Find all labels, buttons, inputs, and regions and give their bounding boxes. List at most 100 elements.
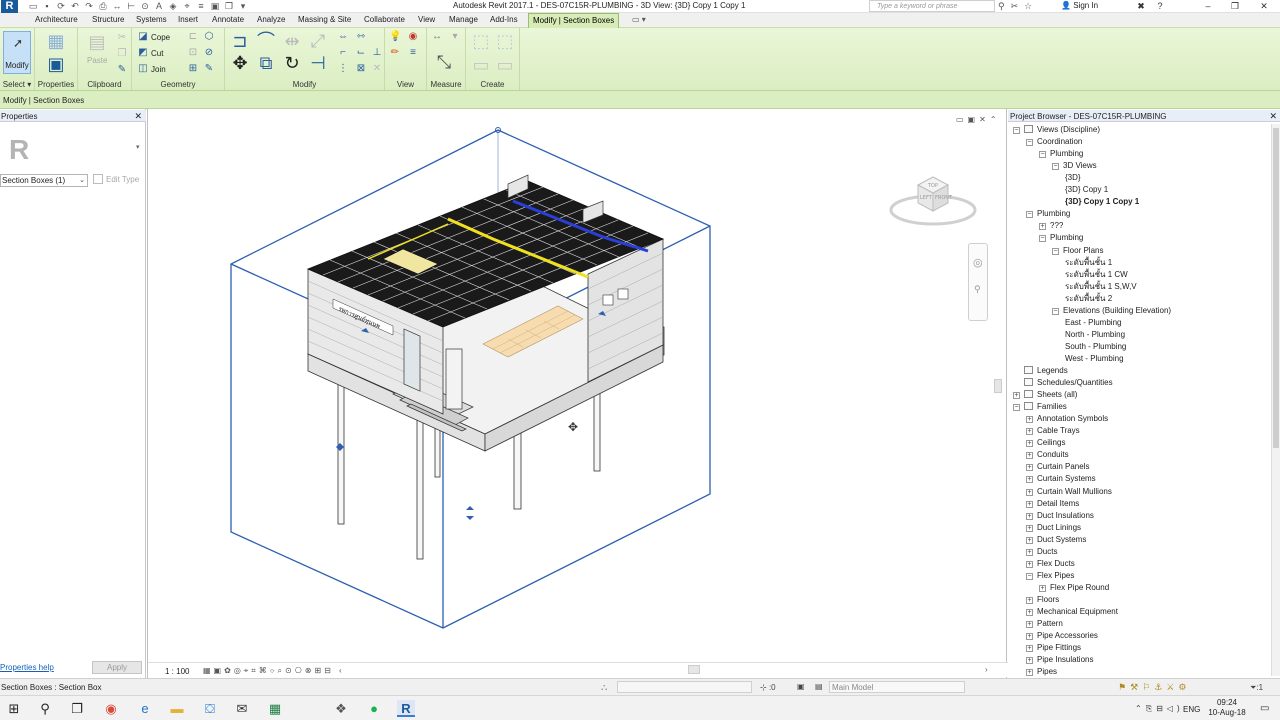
zoom-icon[interactable]: ⚲ (974, 284, 981, 295)
collapse-icon[interactable]: − (1039, 151, 1046, 159)
expand-icon[interactable]: + (1026, 633, 1033, 641)
pin-icon[interactable]: ⊥ (371, 47, 383, 59)
collapse-icon[interactable]: − (1026, 572, 1033, 580)
browser-tree-item[interactable]: + Duct Linings (1026, 522, 1081, 534)
properties-icon[interactable]: ▣ (45, 53, 67, 75)
expand-icon[interactable]: + (1026, 464, 1033, 472)
browser-tree-item[interactable]: + Pipe Fittings (1026, 642, 1081, 654)
tab-annotate[interactable]: Annotate (212, 15, 244, 24)
browser-tree-item[interactable]: −3D Views (1052, 160, 1097, 172)
reveal-hidden-icon[interactable]: ◉ (407, 31, 419, 43)
main-model-icon[interactable]: ▤ (815, 682, 823, 691)
switch-windows-icon[interactable]: ❐ (224, 1, 234, 11)
3d-view-icon[interactable]: ◈ (168, 1, 178, 11)
cut-icon[interactable]: ◩ (137, 47, 149, 59)
browser-tree-item[interactable]: West - Plumbing (1065, 353, 1124, 365)
clock[interactable]: 09:24 10-Aug-18 (1207, 698, 1247, 718)
expand-icon[interactable]: + (1026, 488, 1033, 496)
line-icon[interactable]: ● (365, 700, 383, 717)
expand-icon[interactable]: + (1026, 452, 1033, 460)
measure-between-icon[interactable]: ↔ (431, 31, 443, 43)
thin-lines-icon[interactable]: ≡ (196, 1, 206, 11)
rotate-icon[interactable]: ↻ (281, 52, 303, 74)
search-input[interactable]: Type a keyword or phrase (869, 0, 995, 12)
ribbon-options-icon[interactable]: ▭ ▾ (632, 15, 646, 24)
3d-model-scene[interactable]: รพการศูนย์ทุนนพ ✥ (148, 109, 1008, 661)
browser-tree-item[interactable]: + Duct Systems (1026, 534, 1086, 546)
browser-tree-item[interactable]: + Ceilings (1026, 437, 1065, 449)
system-tray-icons[interactable]: ⌃⎘⊟◁) (1135, 704, 1184, 714)
tab-massing-site[interactable]: Massing & Site (298, 15, 351, 24)
browser-tree-item[interactable]: + Pipes (1026, 666, 1057, 678)
cope-button[interactable]: Cope (151, 33, 170, 42)
collapse-icon[interactable]: − (1052, 307, 1059, 315)
linework-view-icon[interactable]: ≡ (407, 47, 419, 59)
store-icon[interactable]: ⛋ (201, 700, 219, 717)
expand-icon[interactable]: + (1026, 428, 1033, 436)
browser-tree-item[interactable]: South - Plumbing (1065, 341, 1126, 353)
language-indicator[interactable]: ENG (1183, 705, 1200, 714)
dimension-tool-icon[interactable]: ⤡ (433, 51, 455, 73)
selection-toggle-icons[interactable]: ⚑⚒⚐⚓⚔⚙ (1118, 682, 1190, 693)
expand-icon[interactable]: + (1026, 596, 1033, 604)
split-gap-icon[interactable]: ⇿ (355, 31, 367, 43)
collapse-icon[interactable]: − (1026, 139, 1033, 147)
browser-tree-item[interactable]: − Coordination (1026, 136, 1082, 148)
expand-icon[interactable]: + (1026, 416, 1033, 424)
browser-tree-item[interactable]: ระดับพื้นชั้น 1 CW (1065, 269, 1128, 281)
close-button[interactable]: ✕ (1249, 0, 1279, 12)
browser-tree-item[interactable]: − Views (Discipline) (1013, 124, 1100, 136)
worksets-icon[interactable]: ⛬ (601, 682, 607, 693)
expand-icon[interactable]: + (1026, 609, 1033, 616)
view-scale[interactable]: 1 : 100 (165, 667, 189, 676)
browser-tree-item[interactable]: + Duct Insulations (1026, 510, 1094, 522)
panel-label-select[interactable]: Select ▾ (0, 80, 34, 89)
horizontal-scrollbar[interactable] (688, 665, 700, 674)
help-icon[interactable]: ? (1145, 0, 1175, 12)
join-icon[interactable]: ◫ (137, 63, 149, 75)
match-properties-icon[interactable]: ✎ (116, 64, 128, 76)
tab-architecture[interactable]: Architecture (35, 15, 78, 24)
browser-tree-item[interactable]: + Mechanical Equipment (1026, 606, 1118, 618)
offset-icon[interactable]: ⌒ (255, 30, 277, 52)
override-graphics-icon[interactable]: ✏ (389, 47, 401, 59)
expand-icon[interactable]: + (1026, 621, 1033, 629)
wall-join-icon[interactable]: ⊏ (187, 31, 199, 43)
array-icon[interactable]: ⋮ (337, 63, 349, 75)
expand-icon[interactable]: + (1026, 560, 1033, 568)
browser-tree-item[interactable]: ระดับพื้นชั้น 1 S,W,V (1065, 281, 1137, 293)
expand-icon[interactable]: + (1026, 524, 1033, 532)
browser-tree-item[interactable]: + Detail Items (1026, 498, 1079, 510)
browser-tree-item[interactable]: {3D} Copy 1 Copy 1 (1065, 196, 1139, 208)
copy-clipboard-icon[interactable]: ❐ (116, 48, 128, 60)
tab-insert[interactable]: Insert (178, 15, 198, 24)
excel-icon[interactable]: ▦ (266, 700, 284, 717)
copy-icon[interactable]: ⧉ (255, 52, 277, 74)
expand-icon[interactable]: + (1026, 536, 1033, 544)
cut-clipboard-icon[interactable]: ✂ (116, 32, 128, 44)
expand-icon[interactable]: + (1026, 669, 1033, 677)
text-icon[interactable]: A (154, 1, 164, 11)
split-icon[interactable]: ⇔ (337, 31, 349, 43)
browser-tree-item[interactable]: − Flex Pipes (1026, 570, 1074, 582)
minimize-button[interactable]: – (1193, 0, 1223, 12)
collapse-icon[interactable]: − (1039, 235, 1046, 243)
tab-view[interactable]: View (418, 15, 435, 24)
linework-icon[interactable]: ✎ (203, 63, 215, 75)
browser-tree-item[interactable]: + Cable Trays (1026, 425, 1080, 437)
redo-icon[interactable]: ↷ (84, 1, 94, 11)
expand-icon[interactable]: + (1039, 223, 1046, 231)
collapse-icon[interactable]: − (1013, 127, 1020, 134)
move-icon[interactable]: ✥ (229, 52, 251, 74)
browser-tree-item[interactable]: + Sheets (all) (1013, 389, 1077, 401)
expand-icon[interactable]: + (1039, 584, 1046, 592)
binoculars-icon[interactable]: ⚲ (998, 0, 1005, 12)
browser-tree-item[interactable]: + Floors (1026, 594, 1059, 606)
customize-qat-icon[interactable]: ▾ (238, 1, 248, 11)
open-icon[interactable]: ▭ (28, 1, 38, 11)
active-workset-dropdown[interactable] (617, 681, 752, 693)
edge-icon[interactable]: e (136, 700, 154, 717)
expand-icon[interactable]: + (1026, 548, 1033, 556)
browser-tree-item[interactable]: Schedules/Quantities (1013, 377, 1113, 389)
steering-wheel-icon[interactable]: ◎ (973, 256, 983, 269)
